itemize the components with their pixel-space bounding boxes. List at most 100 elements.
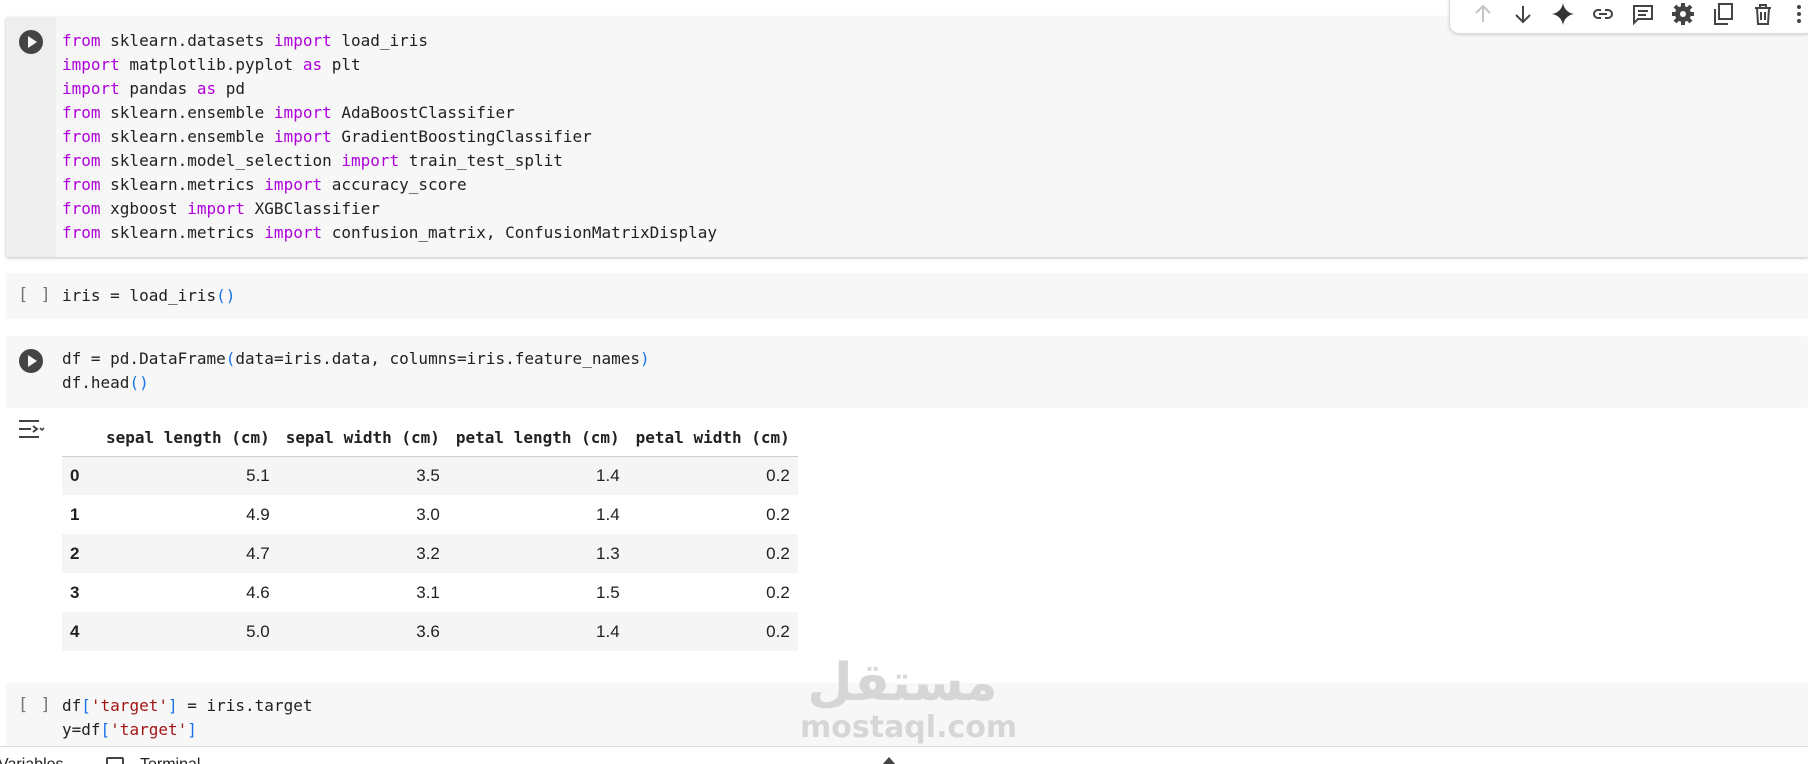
table-cell: 0.2 xyxy=(766,582,790,602)
code-token: import xyxy=(264,175,323,194)
code-line[interactable]: from sklearn.ensemble import AdaBoostCla… xyxy=(62,101,717,125)
code-token: ( xyxy=(225,349,236,368)
code-token: pd xyxy=(216,79,246,98)
code-line[interactable]: from sklearn.ensemble import GradientBoo… xyxy=(62,125,717,149)
execution-count-bracket[interactable]: [ ] xyxy=(18,695,52,715)
code-line[interactable]: y=df['target'] xyxy=(62,718,312,742)
code-token: xgboost xyxy=(100,199,188,218)
code-token: import xyxy=(341,151,400,170)
code-token: from xyxy=(62,151,101,170)
code-cell-imports[interactable]: from sklearn.datasets import load_iris im… xyxy=(6,17,1808,257)
gemini-sparkle-icon[interactable] xyxy=(1550,1,1576,27)
column-header xyxy=(62,420,98,457)
comment-icon[interactable] xyxy=(1630,1,1656,27)
output-actions-icon[interactable] xyxy=(18,418,46,442)
settings-gear-icon[interactable] xyxy=(1670,1,1696,27)
code-token: data=iris.data, columns=iris.feature_nam… xyxy=(235,349,640,368)
code-editor[interactable]: iris = load_iris() xyxy=(62,284,235,308)
code-token: = iris.target xyxy=(177,696,313,715)
table-cell: 3.1 xyxy=(416,582,440,602)
terminal-tab[interactable]: Terminal xyxy=(140,756,200,764)
code-token: iris = load_iris xyxy=(62,286,217,305)
code-token: accuracy_score xyxy=(322,175,467,194)
code-token: () xyxy=(216,286,236,305)
terminal-icon[interactable] xyxy=(106,757,124,764)
code-line[interactable]: from sklearn.datasets import load_iris xyxy=(62,29,717,53)
column-header: petal length (cm) xyxy=(447,420,628,457)
table-row: 4 5.0 3.6 1.4 0.2 xyxy=(62,612,798,651)
code-token: sklearn.metrics xyxy=(100,175,265,194)
code-line[interactable]: iris = load_iris() xyxy=(62,284,235,308)
code-line[interactable]: from xgboost import XGBClassifier xyxy=(62,197,717,221)
code-token: import xyxy=(273,31,332,50)
table-cell: 3.5 xyxy=(416,465,440,485)
cell-toolbar xyxy=(1449,0,1808,34)
link-icon[interactable] xyxy=(1590,1,1616,27)
code-editor[interactable]: from sklearn.datasets import load_iris im… xyxy=(62,29,717,245)
code-token: from xyxy=(62,175,101,194)
mirror-cell-icon[interactable] xyxy=(1710,1,1736,27)
watermark-logo: مستقل xyxy=(807,653,998,713)
table-cell: 3.6 xyxy=(416,621,440,641)
code-token: XGBClassifier xyxy=(245,199,380,218)
code-token: plt xyxy=(322,55,361,74)
code-line[interactable]: from sklearn.metrics import confusion_ma… xyxy=(62,221,717,245)
table-cell: 4.6 xyxy=(246,582,270,602)
column-header: sepal length (cm) xyxy=(98,420,278,457)
code-line[interactable]: from sklearn.metrics import accuracy_sco… xyxy=(62,173,717,197)
delete-trash-icon[interactable] xyxy=(1750,1,1776,27)
table-header-row: sepal length (cm) sepal width (cm) petal… xyxy=(62,420,798,457)
code-line[interactable]: import pandas as pd xyxy=(62,77,717,101)
code-line[interactable]: df = pd.DataFrame(data=iris.data, column… xyxy=(62,347,650,371)
dataframe-output-table: sepal length (cm) sepal width (cm) petal… xyxy=(62,420,798,651)
code-token: from xyxy=(62,223,101,242)
code-line[interactable]: import matplotlib.pyplot as plt xyxy=(62,53,717,77)
code-editor[interactable]: df = pd.DataFrame(data=iris.data, column… xyxy=(62,347,650,395)
code-token: df = pd.DataFrame xyxy=(62,349,226,368)
code-cell-load-iris[interactable]: [ ] iris = load_iris() xyxy=(6,273,1808,319)
code-token: from xyxy=(62,103,101,122)
code-token: sklearn.datasets xyxy=(100,31,274,50)
code-token: import xyxy=(62,55,120,74)
spinner-icon xyxy=(882,757,896,764)
variables-tab[interactable]: Variables xyxy=(0,756,64,764)
table-cell: 3.0 xyxy=(416,504,440,524)
code-token: pandas xyxy=(119,79,197,98)
column-header: petal width (cm) xyxy=(627,420,798,457)
code-token: import xyxy=(273,127,332,146)
code-token: ] xyxy=(167,696,178,715)
watermark: مستقل mostaql.com xyxy=(800,653,1017,745)
table-row: 3 4.6 3.1 1.5 0.2 xyxy=(62,573,798,612)
code-token: import xyxy=(62,79,120,98)
table-cell: 1.4 xyxy=(596,504,620,524)
code-line[interactable]: df.head() xyxy=(62,371,650,395)
table-cell: 1.3 xyxy=(596,543,620,563)
code-token: ] xyxy=(187,720,197,739)
table-cell: 0.2 xyxy=(766,543,790,563)
table-row: 1 4.9 3.0 1.4 0.2 xyxy=(62,495,798,534)
run-cell-button[interactable] xyxy=(19,349,43,373)
code-line[interactable]: df['target'] = iris.target xyxy=(62,694,312,718)
bottom-status-bar: Variables Terminal xyxy=(0,746,1808,764)
code-token: train_test_split xyxy=(399,151,563,170)
more-vert-icon[interactable] xyxy=(1786,1,1808,27)
code-cell-dataframe[interactable]: df = pd.DataFrame(data=iris.data, column… xyxy=(6,336,1808,408)
table-row: 0 5.1 3.5 1.4 0.2 xyxy=(62,456,798,495)
code-token: from xyxy=(62,127,101,146)
code-token: sklearn.metrics xyxy=(100,223,265,242)
code-token: as xyxy=(196,79,217,98)
run-cell-button[interactable] xyxy=(19,30,43,54)
row-index: 3 xyxy=(70,582,80,602)
table-cell: 0.2 xyxy=(766,621,790,641)
row-index: 0 xyxy=(70,465,80,485)
move-down-icon[interactable] xyxy=(1510,1,1536,27)
table-cell: 0.2 xyxy=(766,504,790,524)
table-cell: 0.2 xyxy=(766,465,790,485)
column-header: sepal width (cm) xyxy=(277,420,448,457)
code-editor[interactable]: df['target'] = iris.target y=df['target'] xyxy=(62,694,312,742)
code-line[interactable]: from sklearn.model_selection import trai… xyxy=(62,149,717,173)
code-token: sklearn.ensemble xyxy=(100,127,274,146)
move-up-icon[interactable] xyxy=(1470,1,1496,27)
execution-count-bracket[interactable]: [ ] xyxy=(18,285,52,305)
table-cell: 4.9 xyxy=(246,504,270,524)
